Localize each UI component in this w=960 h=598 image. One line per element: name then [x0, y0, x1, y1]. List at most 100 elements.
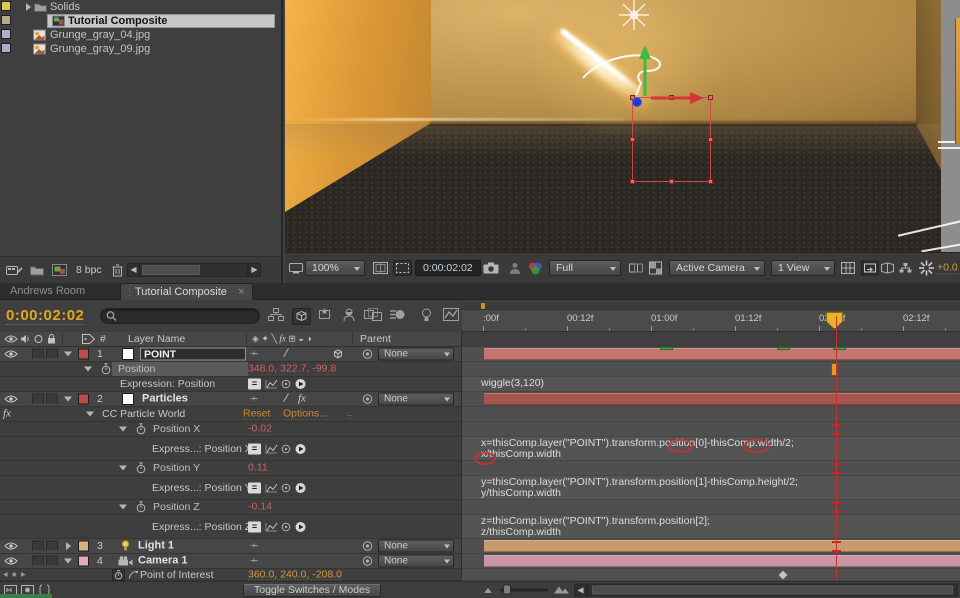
- expander-icon[interactable]: [64, 397, 72, 406]
- graph-editor-icon[interactable]: [443, 308, 459, 321]
- parent-pickwhip-icon[interactable]: [362, 541, 373, 552]
- layer-name[interactable]: Light 1: [138, 541, 174, 552]
- live-update-icon[interactable]: [317, 308, 332, 321]
- effect-about-link[interactable]: ..: [347, 409, 352, 419]
- parent-dropdown[interactable]: None: [378, 555, 454, 568]
- property-name[interactable]: Point of Interest: [140, 569, 214, 580]
- effect-name[interactable]: CC Particle World: [102, 409, 185, 420]
- row-track-lane[interactable]: [462, 569, 960, 581]
- scroll-right-arrow[interactable]: ▶: [248, 263, 261, 277]
- expression-menu-icon[interactable]: [295, 443, 306, 454]
- label-chip[interactable]: [1, 43, 11, 53]
- expression-pickwhip-icon[interactable]: [281, 444, 291, 454]
- expander-icon[interactable]: [86, 412, 94, 421]
- quality-switch[interactable]: /: [282, 349, 289, 360]
- layer-duration-bar[interactable]: [484, 540, 960, 552]
- expression-graph-icon[interactable]: [265, 522, 278, 532]
- composition-canvas[interactable]: [285, 0, 941, 252]
- ruler-body[interactable]: :00f00:12f01:00f01:12f02:00f02:12f: [462, 310, 960, 332]
- layer-marker[interactable]: [833, 347, 846, 350]
- time-ruler[interactable]: :00f00:12f01:00f01:12f02:00f02:12f: [462, 302, 960, 332]
- row-track-lane[interactable]: x=thisComp.layer("POINT").transform.posi…: [462, 437, 960, 461]
- label-chip[interactable]: [1, 1, 11, 11]
- toggle-switches-modes-button[interactable]: Toggle Switches / Modes: [243, 584, 381, 597]
- property-name[interactable]: Position X: [153, 424, 200, 435]
- show-channels-icon[interactable]: [528, 262, 543, 275]
- selection-handle[interactable]: [630, 137, 635, 142]
- view-layout-dropdown[interactable]: 1 View: [771, 260, 835, 276]
- draft-3d-icon[interactable]: [292, 308, 311, 325]
- expression-menu-icon[interactable]: [295, 521, 306, 532]
- playhead-line[interactable]: [836, 316, 837, 581]
- stopwatch-icon[interactable]: [136, 501, 146, 513]
- eye-icon[interactable]: [4, 542, 18, 551]
- interpret-footage-icon[interactable]: [6, 264, 23, 276]
- always-preview-icon[interactable]: [289, 262, 303, 274]
- eye-icon[interactable]: [4, 395, 18, 404]
- zoom-slider-handle[interactable]: [503, 585, 511, 595]
- expander-icon[interactable]: [84, 367, 92, 376]
- effect-options-link[interactable]: Options...: [283, 408, 328, 420]
- layer-duration-bar[interactable]: [484, 393, 960, 405]
- label-chip[interactable]: [78, 349, 89, 360]
- expression-code[interactable]: y=thisComp.layer("POINT").transform.posi…: [481, 477, 798, 499]
- stopwatch-icon[interactable]: [136, 462, 146, 474]
- expression-menu-icon[interactable]: [295, 379, 306, 390]
- scroll-left-arrow[interactable]: ◀: [127, 263, 140, 277]
- lock-cell[interactable]: [46, 394, 58, 405]
- label-chip[interactable]: [78, 541, 89, 552]
- eye-icon[interactable]: [4, 557, 18, 566]
- safe-zones-icon[interactable]: [373, 262, 388, 274]
- lock-cell[interactable]: [46, 349, 58, 360]
- property-name[interactable]: Position Z: [153, 502, 200, 513]
- solo-cell[interactable]: [32, 394, 44, 405]
- label-chip[interactable]: [78, 394, 89, 405]
- row-track-lane[interactable]: [462, 500, 960, 515]
- timeline-scroll-left-arrow[interactable]: ◀: [574, 584, 587, 597]
- layer-name-column-header[interactable]: Layer Name: [128, 334, 185, 345]
- scrollbar-thumb[interactable]: [142, 265, 200, 275]
- 3d-axis-gizmo[interactable]: [615, 40, 715, 110]
- collapse-switch[interactable]: -+-: [250, 542, 257, 550]
- row-track-lane[interactable]: [462, 362, 960, 377]
- expression-pickwhip-icon[interactable]: [281, 522, 291, 532]
- row-track-lane[interactable]: [462, 422, 960, 437]
- prev-keyframe-icon[interactable]: ◀: [3, 572, 8, 578]
- new-folder-icon[interactable]: [30, 265, 44, 276]
- solo-cell[interactable]: [32, 349, 44, 360]
- expression-enable-icon[interactable]: =: [248, 482, 261, 493]
- new-window-icon[interactable]: [881, 263, 894, 274]
- effects-switch[interactable]: fx: [298, 394, 306, 405]
- next-keyframe-icon[interactable]: ▶: [21, 572, 26, 578]
- solo-cell[interactable]: [32, 541, 44, 552]
- expander-icon[interactable]: [119, 427, 127, 436]
- selection-handle[interactable]: [708, 179, 713, 184]
- tab-tutorial-composite[interactable]: ⋮⋮ Tutorial Composite ×: [120, 283, 253, 300]
- work-area-start-marker[interactable]: [481, 303, 485, 309]
- stopwatch-enabled-icon[interactable]: [112, 569, 125, 581]
- collapse-switch[interactable]: -+-: [250, 395, 257, 403]
- expression-pickwhip-icon[interactable]: [281, 379, 291, 389]
- current-time-display[interactable]: 0:00:02:02: [6, 307, 84, 325]
- row-track-lane[interactable]: z=thisComp.layer("POINT").transform.posi…: [462, 515, 960, 539]
- row-track-lane[interactable]: y=thisComp.layer("POINT").transform.posi…: [462, 476, 960, 500]
- effect-fx-badge[interactable]: fx: [3, 409, 11, 420]
- property-value[interactable]: 0.11: [248, 462, 268, 474]
- layer-name[interactable]: Camera 1: [138, 556, 188, 567]
- selection-handle[interactable]: [708, 137, 713, 142]
- label-chip[interactable]: [1, 29, 11, 39]
- lock-cell[interactable]: [46, 541, 58, 552]
- expander-icon[interactable]: [64, 559, 72, 568]
- property-value[interactable]: 360.0, 240.0, -208.0: [248, 569, 342, 581]
- zoom-out-timeline-icon[interactable]: [484, 586, 496, 594]
- property-name[interactable]: Position: [118, 364, 155, 375]
- parent-column-header[interactable]: Parent: [360, 334, 391, 345]
- exposure-icon[interactable]: [919, 261, 934, 276]
- parent-dropdown[interactable]: None: [378, 393, 454, 406]
- parent-dropdown[interactable]: None: [378, 348, 454, 361]
- layer-name[interactable]: Particles: [142, 394, 188, 405]
- project-item[interactable]: Grunge_gray_04.jpg: [0, 28, 281, 42]
- expander-icon[interactable]: [66, 542, 75, 550]
- row-track-lane[interactable]: [462, 392, 960, 407]
- collapse-switch[interactable]: -+-: [250, 350, 257, 358]
